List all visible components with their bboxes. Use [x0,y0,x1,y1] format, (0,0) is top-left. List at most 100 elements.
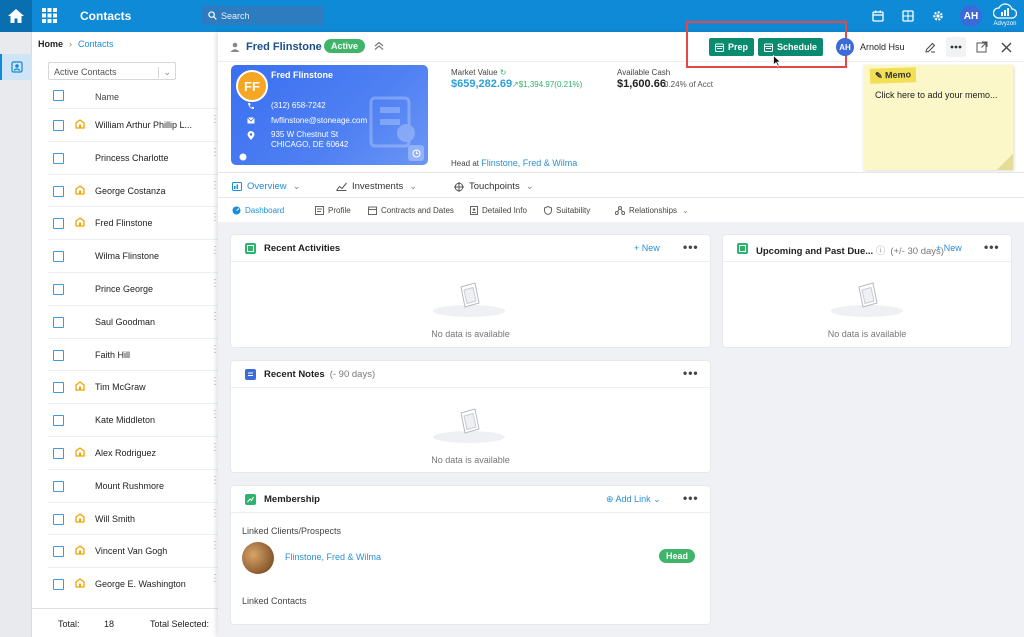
tab-touchpoints[interactable]: Touchpoints ⌄ [454,181,534,192]
row-checkbox[interactable] [53,480,64,492]
table-row[interactable]: Tim McGraw ⋮ [48,370,220,403]
more-options-icon[interactable]: ••• [683,366,699,380]
table-row[interactable]: Vincent Van Gogh ⋮ [48,534,220,567]
row-checkbox[interactable] [53,447,64,459]
table-row[interactable]: William Arthur Phillip L... ⋮ [48,108,220,141]
card-action-button[interactable] [408,145,424,161]
contact-name-cell[interactable]: Alex Rodriguez [95,448,156,458]
tab-relationships[interactable]: Relationships ⌄ [615,206,689,215]
add-link-button[interactable]: ⊕ Add Link ⌄ [606,494,661,505]
open-external-button[interactable] [972,37,992,57]
calculator-icon[interactable] [902,10,914,22]
calendar-icon[interactable] [872,10,884,22]
contact-business-card[interactable]: FF Fred Flinstone (312) 658-7242 fwflins… [231,65,428,165]
household-link[interactable]: Flinstone, Fred & Wilma [285,552,381,562]
contact-name-cell[interactable]: Faith Hill [95,350,130,360]
search-input[interactable]: Search [202,6,324,25]
row-menu-icon[interactable]: ⋮ [210,410,220,420]
table-row[interactable]: Prince George ⋮ [48,271,220,305]
contact-name-cell[interactable]: Kate Middleton [95,415,155,425]
contact-name-cell[interactable]: Princess Charlotte [95,153,169,163]
chevron-up-double-icon[interactable] [374,41,384,51]
row-menu-icon[interactable]: ⋮ [210,541,220,551]
gear-icon[interactable] [932,10,944,22]
row-checkbox[interactable] [53,415,64,427]
table-row[interactable]: Kate Middleton ⋮ [48,403,220,436]
rail-item-contacts[interactable] [0,54,32,80]
row-checkbox[interactable] [53,382,64,394]
tab-detailed-info[interactable]: Detailed Info [470,206,527,215]
table-row[interactable]: Wilma Flinstone ⋮ [48,239,220,272]
row-menu-icon[interactable]: ⋮ [210,246,220,256]
contact-name-cell[interactable]: Wilma Flinstone [95,251,159,261]
row-checkbox[interactable] [53,251,64,263]
row-checkbox[interactable] [53,218,64,230]
tab-suitability[interactable]: Suitability [544,206,590,215]
contact-name-cell[interactable]: Mount Rushmore [95,481,164,491]
tab-dashboard[interactable]: Dashboard [232,206,284,215]
row-checkbox[interactable] [53,579,64,591]
table-row[interactable]: Fred Flinstone ⋮ [48,206,220,239]
breadcrumb-current[interactable]: Contacts [78,39,114,49]
row-menu-icon[interactable]: ⋮ [210,574,220,584]
contact-name-cell[interactable]: Vincent Van Gogh [95,546,167,556]
close-button[interactable] [996,37,1016,57]
contact-name-cell[interactable]: Will Smith [95,514,135,524]
new-upcoming-button[interactable]: + New [936,243,962,253]
app-grid-button[interactable] [42,8,57,25]
row-checkbox[interactable] [53,349,64,361]
table-row[interactable]: Will Smith ⋮ [48,501,220,535]
table-row[interactable]: George E. Washington ⋮ [48,567,220,600]
row-menu-icon[interactable]: ⋮ [210,180,220,190]
row-checkbox[interactable] [53,546,64,558]
row-checkbox[interactable] [53,152,64,164]
contact-name-cell[interactable]: Fred Flinstone [95,218,153,228]
tab-overview[interactable]: Overview ⌄ [232,181,301,192]
card-email[interactable]: fwflinstone@stoneage.com [271,116,367,126]
edit-button[interactable] [920,37,940,57]
contact-name-cell[interactable]: George Costanza [95,186,166,196]
breadcrumb-home[interactable]: Home [38,39,63,49]
more-options-icon[interactable]: ••• [984,240,1000,254]
row-menu-icon[interactable]: ⋮ [210,147,220,157]
table-row[interactable]: Princess Charlotte ⋮ [48,140,220,174]
table-row[interactable]: Faith Hill ⋮ [48,337,220,371]
more-options-button[interactable] [946,37,966,57]
user-avatar[interactable]: AH [960,5,982,27]
contact-name-cell[interactable]: George E. Washington [95,579,186,589]
household-link[interactable]: Flinstone, Fred & Wilma [481,158,577,168]
row-menu-icon[interactable]: ⋮ [210,213,220,223]
row-menu-icon[interactable]: ⋮ [210,344,220,354]
contact-name-cell[interactable]: Prince George [95,284,153,294]
tab-profile[interactable]: Profile [315,206,351,215]
table-row[interactable]: Saul Goodman ⋮ [48,304,220,338]
new-activity-button[interactable]: + New [634,243,660,253]
card-phone[interactable]: (312) 658-7242 [271,101,326,111]
tab-investments[interactable]: Investments ⌄ [336,181,417,192]
table-row[interactable]: Mount Rushmore ⋮ [48,468,220,502]
row-menu-icon[interactable]: ⋮ [210,377,220,387]
advisor-name[interactable]: Arnold Hsu [860,42,905,52]
tab-contracts-dates[interactable]: Contracts and Dates [368,206,454,215]
row-checkbox[interactable] [53,513,64,525]
select-all-checkbox[interactable] [53,90,64,101]
contact-name-cell[interactable]: William Arthur Phillip L... [95,120,192,130]
row-menu-icon[interactable]: ⋮ [210,475,220,485]
table-row[interactable]: George Costanza ⋮ [48,173,220,207]
card-tag-icon[interactable] [239,153,247,161]
more-options-icon[interactable]: ••• [683,491,699,505]
row-checkbox[interactable] [53,185,64,197]
table-row[interactable]: Alex Rodriguez ⋮ [48,435,220,469]
row-menu-icon[interactable]: ⋮ [210,442,220,452]
row-checkbox[interactable] [53,283,64,295]
row-checkbox[interactable] [53,120,64,131]
row-menu-icon[interactable]: ⋮ [210,278,220,288]
advisor-avatar[interactable]: AH [836,38,854,56]
row-menu-icon[interactable]: ⋮ [210,115,220,125]
contact-filter-select[interactable]: Active Contacts ⌄ [48,62,176,80]
row-menu-icon[interactable]: ⋮ [210,508,220,518]
home-button[interactable] [0,0,32,32]
row-menu-icon[interactable]: ⋮ [210,311,220,321]
column-header-name[interactable]: Name [95,92,119,102]
contact-name-cell[interactable]: Tim McGraw [95,382,146,392]
